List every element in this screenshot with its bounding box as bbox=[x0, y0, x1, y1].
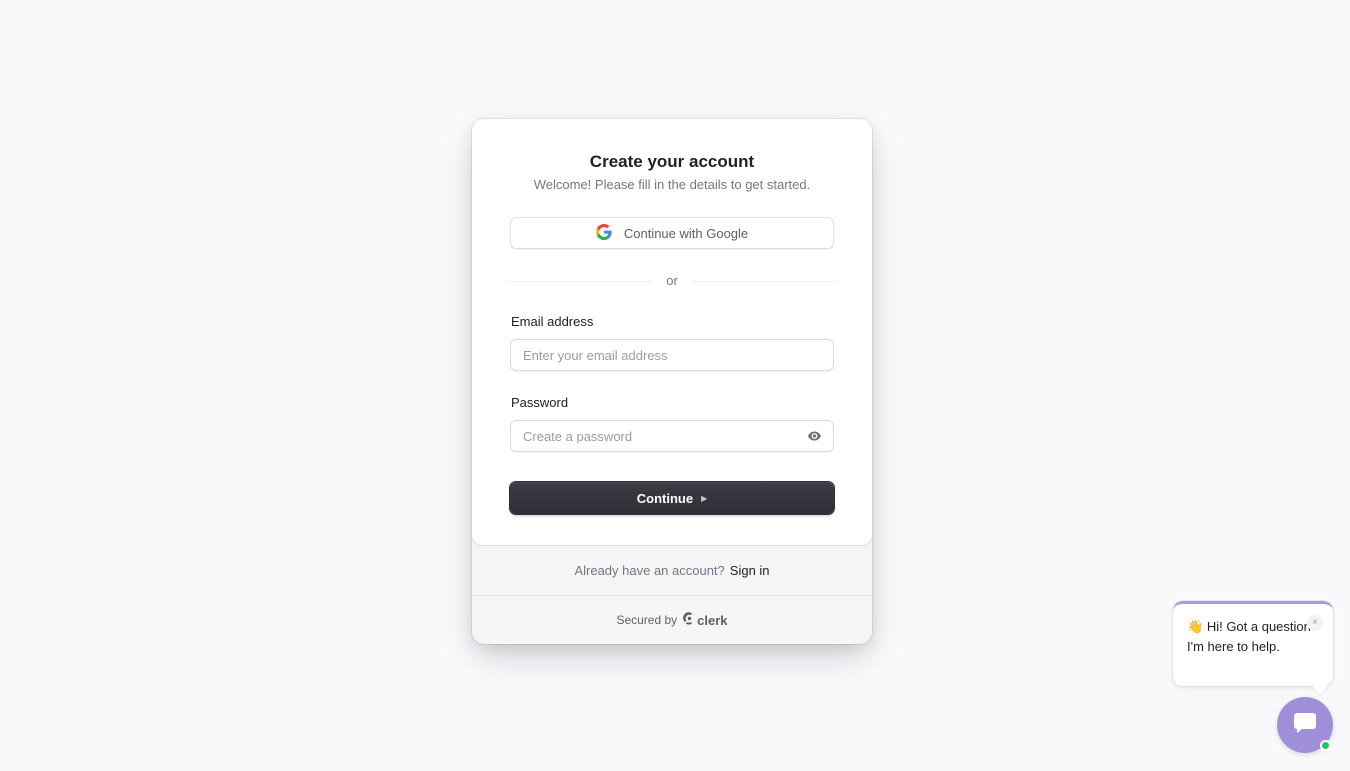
secured-by-text: Secured by bbox=[616, 613, 678, 627]
continue-with-google-button[interactable]: Continue with Google bbox=[510, 217, 834, 249]
close-icon[interactable]: × bbox=[1307, 615, 1323, 631]
online-status-indicator bbox=[1320, 740, 1331, 751]
continue-button-label: Continue bbox=[636, 490, 694, 506]
password-placeholder: Create a password bbox=[523, 428, 633, 444]
google-icon bbox=[595, 223, 612, 243]
continue-button[interactable]: Continue ▶ bbox=[510, 482, 834, 514]
email-label: Email address bbox=[511, 314, 594, 329]
email-placeholder: Enter your email address bbox=[523, 347, 668, 363]
play-arrow-icon: ▶ bbox=[701, 493, 708, 503]
divider-line-left bbox=[510, 280, 653, 282]
clerk-logo[interactable]: clerk bbox=[683, 612, 728, 628]
wave-icon: 👋 bbox=[1187, 619, 1204, 634]
password-field[interactable]: Create a password bbox=[510, 420, 834, 452]
chat-greeting-bubble[interactable]: 👋 Hi! Got a question? I'm here to help. … bbox=[1173, 601, 1333, 686]
divider-text: or bbox=[666, 273, 678, 288]
page-title: Create your account bbox=[589, 152, 755, 171]
email-field[interactable]: Enter your email address bbox=[510, 339, 834, 371]
chat-icon bbox=[1294, 712, 1316, 738]
divider-line-right bbox=[691, 280, 834, 282]
clerk-logo-icon bbox=[683, 612, 695, 628]
chat-launcher-button[interactable] bbox=[1277, 697, 1333, 753]
sign-in-link[interactable]: Sign in bbox=[730, 563, 770, 578]
signup-card-body: Create your account Welcome! Please fill… bbox=[472, 119, 872, 545]
password-field-group: Password Create a password bbox=[510, 395, 834, 452]
password-label: Password bbox=[511, 395, 569, 410]
sign-in-prompt-text: Already have an account? bbox=[574, 562, 725, 578]
secured-by-footer: Secured by clerk bbox=[472, 596, 872, 644]
eye-icon[interactable] bbox=[807, 429, 821, 443]
or-divider: or bbox=[510, 273, 834, 289]
sign-in-prompt: Already have an account? Sign in bbox=[472, 545, 872, 596]
page-subtitle: Welcome! Please fill in the details to g… bbox=[533, 177, 811, 192]
email-field-group: Email address Enter your email address bbox=[510, 314, 834, 371]
signup-card: Create your account Welcome! Please fill… bbox=[472, 119, 872, 644]
clerk-brand-text: clerk bbox=[697, 612, 728, 628]
google-button-label: Continue with Google bbox=[623, 225, 749, 241]
chat-greeting-text: Hi! Got a question? I'm here to help. bbox=[1187, 619, 1319, 654]
